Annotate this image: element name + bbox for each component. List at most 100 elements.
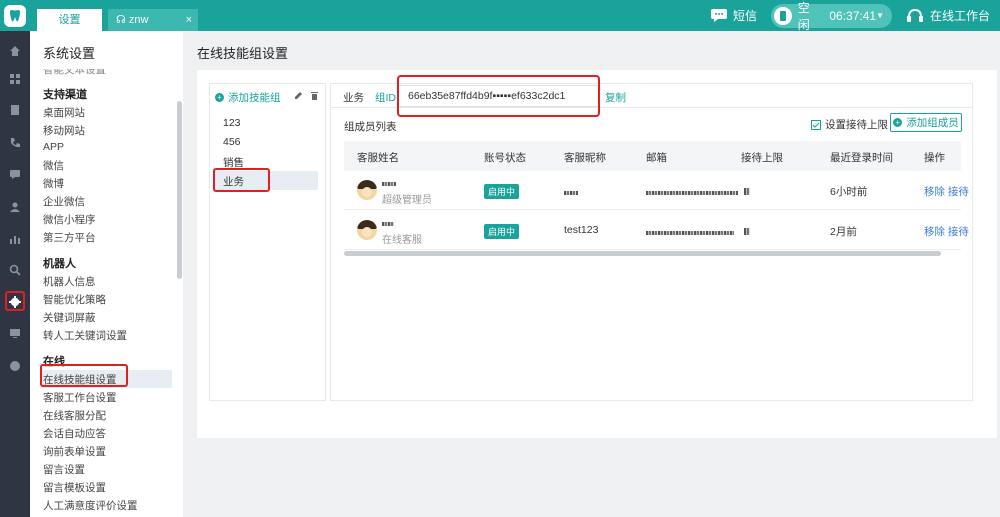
agent-name-redacted: [382, 178, 396, 190]
sidebar-item-auto-reply[interactable]: 会话自动应答: [43, 426, 106, 441]
close-icon[interactable]: ×: [186, 9, 192, 31]
sidebar-group-channels: 支持渠道: [43, 89, 87, 101]
group-detail-panel: 业务 组ID 66eb35e87ffd4b9f▪▪▪▪▪ef633c2dc1 复…: [330, 83, 973, 401]
sidebar-group-robot: 机器人: [43, 258, 76, 270]
grid-icon[interactable]: [7, 71, 23, 87]
agent-role: 在线客服: [382, 235, 422, 246]
sms-button[interactable]: 短信: [710, 7, 757, 24]
col-actions: 操作: [924, 152, 945, 164]
tab-znw[interactable]: ☊ znw ×: [108, 9, 198, 31]
sms-label: 短信: [732, 9, 757, 23]
tooth-logo-icon: [4, 4, 26, 27]
home-icon[interactable]: [7, 43, 23, 59]
add-skill-group-button[interactable]: + 添加技能组: [215, 90, 281, 105]
app-logo[interactable]: [0, 0, 30, 31]
sidebar-item-robot-info[interactable]: 机器人信息: [43, 274, 96, 289]
group-item-123[interactable]: 123: [223, 117, 241, 129]
headset-icon: ☊: [116, 14, 126, 26]
col-account-status: 账号状态: [484, 152, 526, 164]
online-workbench-button[interactable]: 在线工作台: [906, 7, 990, 24]
sidebar-item-pre-chat-form[interactable]: 询前表单设置: [43, 444, 106, 459]
last-login: 6小时前: [830, 186, 868, 198]
trash-icon[interactable]: [310, 91, 319, 100]
nickname-redacted: [564, 187, 578, 199]
chat-icon[interactable]: [7, 166, 23, 182]
row-actions[interactable]: 移除 接待: [924, 224, 969, 239]
row-actions[interactable]: 移除 接待: [924, 184, 969, 199]
col-last-login: 最近登录时间: [830, 152, 893, 164]
col-nickname: 客服昵称: [564, 152, 606, 164]
plus-icon: +: [893, 118, 903, 127]
sidebar-menu: 智能文本设置 支持渠道 桌面网站 移动网站 APP 微信 微博 企业微信 微信小…: [30, 69, 183, 517]
sidebar-item-third-party[interactable]: 第三方平台: [43, 230, 96, 245]
last-login: 2月前: [830, 226, 857, 238]
email-redacted: [646, 187, 738, 199]
checkbox-icon: [811, 119, 821, 130]
sidebar-item-app[interactable]: APP: [43, 141, 64, 153]
contacts-icon[interactable]: [7, 199, 23, 215]
skill-group-panel: + 添加技能组 123 456 销售 业务: [209, 83, 326, 401]
tab-znw-label: znw: [128, 14, 149, 26]
phone-icon[interactable]: [7, 135, 23, 151]
sidebar-item-desktop-site[interactable]: 桌面网站: [43, 105, 85, 120]
plus-icon: +: [215, 93, 224, 102]
avatar: [357, 220, 377, 240]
col-email: 邮箱: [646, 152, 667, 164]
edit-icon[interactable]: [294, 91, 303, 100]
top-bar: 设置 ☊ znw × 短信 空闲 06:37:41 ▼ 在线工作台: [0, 0, 1000, 32]
member-list-title: 组成员列表: [344, 121, 397, 133]
set-limit-label: 设置接待上限: [825, 119, 888, 131]
email-redacted: [646, 227, 734, 239]
col-reception-limit: 接待上限: [741, 152, 783, 164]
user-icon[interactable]: [7, 358, 23, 374]
settings-icon-highlight: [5, 291, 25, 311]
agent-status-dropdown[interactable]: 空闲 06:37:41 ▼: [770, 1, 892, 32]
group-id-label: 组ID: [375, 92, 396, 104]
tab-settings[interactable]: 设置: [37, 9, 102, 31]
agent-name-redacted: [382, 218, 394, 230]
sidebar-scrollbar[interactable]: [177, 101, 182, 279]
phone-icon: [773, 6, 792, 25]
sidebar-item-message-settings[interactable]: 留言设置: [43, 462, 85, 477]
agent-role: 超级管理员: [382, 195, 432, 206]
chart-icon[interactable]: [7, 231, 23, 247]
sidebar-item-mobile-site[interactable]: 移动网站: [43, 123, 85, 138]
status-badge: 启用中: [484, 224, 520, 239]
sidebar-item-message-template[interactable]: 留言模板设置: [43, 480, 106, 495]
page-title: 在线技能组设置: [197, 46, 289, 61]
search-icon[interactable]: [7, 262, 23, 278]
icon-rail: [0, 31, 30, 517]
sidebar-item-workbench-settings[interactable]: 客服工作台设置: [43, 390, 117, 405]
sidebar-title: 系统设置: [43, 46, 96, 61]
sidebar-item-optimization[interactable]: 智能优化策略: [43, 292, 106, 307]
set-limit-button[interactable]: 设置接待上限: [811, 117, 888, 132]
sidebar-item-satisfaction[interactable]: 人工满意度评价设置: [43, 498, 138, 513]
copy-button[interactable]: 复制: [605, 90, 626, 105]
document-icon[interactable]: [7, 102, 23, 118]
monitor-icon[interactable]: [7, 325, 23, 341]
sidebar-item-weibo[interactable]: 微博: [43, 176, 64, 191]
limit-redacted: [744, 185, 750, 197]
add-skill-group-label: 添加技能组: [228, 92, 281, 104]
sidebar-item-partial[interactable]: 智能文本设置: [43, 69, 106, 77]
add-member-button[interactable]: + 添加组成员: [890, 113, 962, 132]
sidebar-item-keyword-block[interactable]: 关键词屏蔽: [43, 310, 96, 325]
group-id-highlight: [397, 75, 600, 117]
settings-sidebar: 系统设置 智能文本设置 支持渠道 桌面网站 移动网站 APP 微信 微博 企业微…: [30, 31, 183, 517]
sidebar-item-transfer-keywords[interactable]: 转人工关键词设置: [43, 328, 127, 343]
nickname: test123: [564, 224, 599, 236]
workbench-label: 在线工作台: [929, 9, 990, 23]
headset-icon: [906, 8, 923, 22]
sidebar-item-miniprogram[interactable]: 微信小程序: [43, 212, 96, 227]
group-item-highlight: [213, 168, 270, 192]
group-name: 业务: [343, 92, 364, 104]
sidebar-item-wechat[interactable]: 微信: [43, 158, 64, 173]
sidebar-item-wecom[interactable]: 企业微信: [43, 194, 85, 209]
sidebar-item-highlight: [40, 364, 128, 387]
sidebar-item-agent-assignment[interactable]: 在线客服分配: [43, 408, 106, 423]
timer: 06:37:41: [829, 8, 877, 23]
table-header: 客服姓名 账号状态 客服昵称 邮箱 接待上限 最近登录时间 操作: [344, 141, 961, 171]
table-row: 超级管理员 启用中 6小时前 移除 接待: [344, 171, 969, 210]
group-item-456[interactable]: 456: [223, 136, 241, 148]
table-horizontal-scrollbar[interactable]: [344, 251, 941, 256]
